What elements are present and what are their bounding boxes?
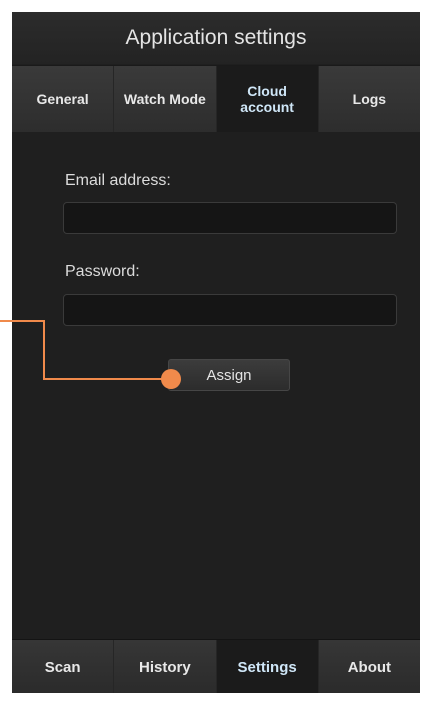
tab-watch-mode[interactable]: Watch Mode <box>114 66 217 132</box>
tab-general[interactable]: General <box>12 66 115 132</box>
email-label: Email address: <box>65 172 171 189</box>
nav-settings[interactable]: Settings <box>216 640 319 693</box>
nav-label: History <box>139 658 191 676</box>
callout-line-horizontal <box>43 378 167 380</box>
callout-marker <box>161 369 181 389</box>
password-field[interactable] <box>63 294 397 326</box>
title-bar: Application settings <box>12 12 420 64</box>
tab-label: Cloud account <box>240 83 294 115</box>
assign-button[interactable]: Assign <box>168 359 290 391</box>
settings-tabs: General Watch Mode Cloud account Logs <box>12 65 420 133</box>
nav-label: Scan <box>44 658 81 676</box>
tab-label: General <box>36 91 89 107</box>
cloud-account-panel: Email address: Password: Assign <box>12 132 420 638</box>
nav-history[interactable]: History <box>114 640 217 693</box>
email-field[interactable] <box>63 202 397 234</box>
bottom-navigation: Scan History Settings About <box>12 639 420 693</box>
nav-label: Settings <box>237 658 297 676</box>
nav-scan[interactable]: Scan <box>12 640 115 693</box>
assign-button-label: Assign <box>206 366 252 384</box>
tab-label: Logs <box>352 91 387 107</box>
callout-line-top <box>0 320 45 322</box>
nav-label: About <box>347 658 392 676</box>
tab-label: Watch Mode <box>123 91 206 107</box>
tab-cloud-account[interactable]: Cloud account <box>216 66 319 132</box>
nav-about[interactable]: About <box>318 640 420 693</box>
password-label: Password: <box>65 263 140 280</box>
app-screen: Application settings General Watch Mode … <box>12 12 420 693</box>
tab-logs[interactable]: Logs <box>318 66 420 132</box>
callout-line-vertical <box>43 320 45 380</box>
page-title: Application settings <box>125 26 307 49</box>
